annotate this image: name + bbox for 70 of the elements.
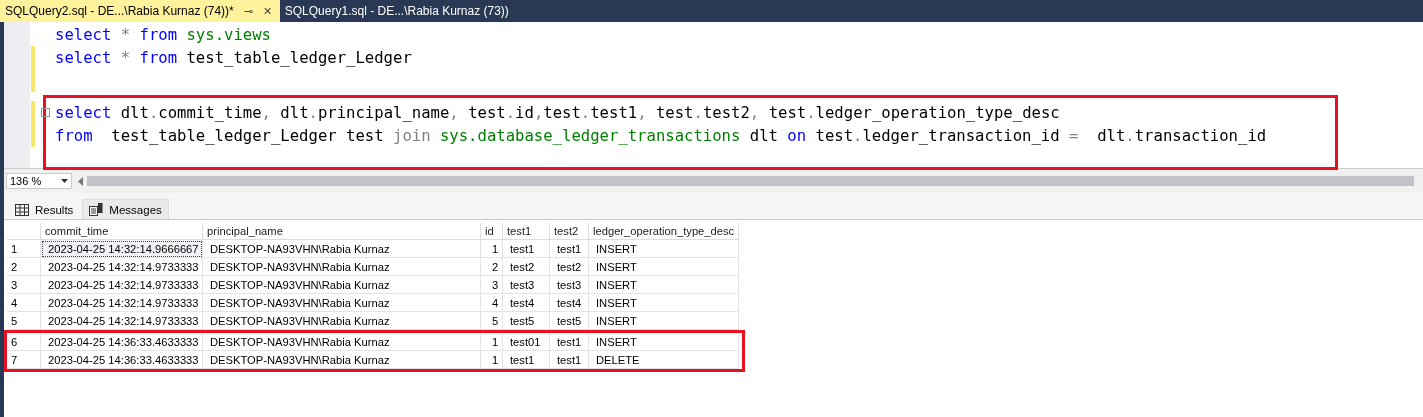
table-cell: test3 <box>503 276 550 294</box>
code-line: select dlt.commit_time, dlt.principal_name, test.id,test.test1, test.test2, test.ledger_operation_type_desc <box>55 103 1060 122</box>
column-header[interactable]: principal_name <box>203 223 481 240</box>
table-cell: test1 <box>503 240 550 258</box>
table-cell: test5 <box>503 312 550 330</box>
results-tab[interactable]: Messages <box>82 199 169 219</box>
table-cell: DESKTOP-NA93VHN\Rabia Kurnaz <box>203 240 481 258</box>
row-number: 4 <box>7 294 41 312</box>
table-cell: test1 <box>550 351 589 369</box>
table-cell: test1 <box>550 240 589 258</box>
table-cell: test1 <box>550 333 589 351</box>
horizontal-scrollbar[interactable] <box>76 174 1414 188</box>
table-cell: DESKTOP-NA93VHN\Rabia Kurnaz <box>203 333 481 351</box>
zoom-dropdown[interactable]: 136 % <box>6 173 72 189</box>
close-icon[interactable]: ✕ <box>262 4 272 18</box>
column-header[interactable]: test2 <box>550 223 589 240</box>
table-cell: 5 <box>481 312 503 330</box>
table-cell: DESKTOP-NA93VHN\Rabia Kurnaz <box>203 276 481 294</box>
table-cell: test3 <box>550 276 589 294</box>
table-cell: 1 <box>481 240 503 258</box>
document-tab[interactable]: SQLQuery2.sql - DE...\Rabia Kurnaz (74))* ⊸ ✕ <box>0 0 280 22</box>
table-cell: INSERT <box>589 294 739 312</box>
table-cell: 2023-04-25 14:32:14.9733333 <box>41 258 203 276</box>
pin-icon[interactable]: ⊸ <box>243 4 253 18</box>
table-cell: test5 <box>550 312 589 330</box>
column-header[interactable]: ledger_operation_type_desc <box>589 223 739 240</box>
table-cell: 1 <box>481 333 503 351</box>
table-cell: INSERT <box>589 276 739 294</box>
table-cell: INSERT <box>589 240 739 258</box>
table-cell: test1 <box>503 351 550 369</box>
table-cell: test2 <box>550 258 589 276</box>
table-cell: test4 <box>503 294 550 312</box>
table-cell: 1 <box>481 351 503 369</box>
table-cell: 2023-04-25 14:36:33.4633333 <box>41 351 203 369</box>
table-cell: 2 <box>481 258 503 276</box>
row-number: 6 <box>7 333 41 351</box>
row-number: 5 <box>7 312 41 330</box>
table-cell: INSERT <box>589 333 739 351</box>
collapse-icon[interactable] <box>40 108 50 117</box>
table-cell: 3 <box>481 276 503 294</box>
table-cell: INSERT <box>589 312 739 330</box>
table-cell: test2 <box>503 258 550 276</box>
table-cell: 2023-04-25 14:32:14.9733333 <box>41 276 203 294</box>
column-header[interactable]: test1 <box>503 223 550 240</box>
table-cell: 2023-04-25 14:32:14.9733333 <box>41 294 203 312</box>
table-cell: DELETE <box>589 351 739 369</box>
scroll-left-icon[interactable] <box>78 176 83 186</box>
table-cell: 2023-04-25 14:32:14.9733333 <box>41 312 203 330</box>
table-cell: DESKTOP-NA93VHN\Rabia Kurnaz <box>203 351 481 369</box>
table-cell: DESKTOP-NA93VHN\Rabia Kurnaz <box>203 312 481 330</box>
row-number: 7 <box>7 351 41 369</box>
row-number: 2 <box>7 258 41 276</box>
code-line: select * from test_table_ledger_Ledger <box>55 48 412 67</box>
table-cell: INSERT <box>589 258 739 276</box>
document-icon <box>89 203 104 216</box>
table-cell: DESKTOP-NA93VHN\Rabia Kurnaz <box>203 258 481 276</box>
table-cell: test01 <box>503 333 550 351</box>
code-line: from test_table_ledger_Ledger test join sys.database_ledger_transactions dlt on test.ledger_transaction_id = dlt.transaction_id <box>55 126 1267 145</box>
corner-header <box>7 223 41 240</box>
table-cell: test4 <box>550 294 589 312</box>
table-cell: DESKTOP-NA93VHN\Rabia Kurnaz <box>203 294 481 312</box>
code-line: select * from sys.views <box>55 25 271 44</box>
grid-icon <box>15 203 29 216</box>
table-cell: 2023-04-25 14:36:33.4633333 <box>41 333 203 351</box>
document-tab[interactable]: SQLQuery1.sql - DE...\Rabia Kurnaz (73)) <box>279 0 517 22</box>
dropdown-arrow-icon[interactable] <box>61 179 68 183</box>
table-cell: 4 <box>481 294 503 312</box>
row-number: 3 <box>7 276 41 294</box>
column-header[interactable]: id <box>481 223 503 240</box>
table-cell: 2023-04-25 14:32:14.9666667 <box>41 240 203 258</box>
